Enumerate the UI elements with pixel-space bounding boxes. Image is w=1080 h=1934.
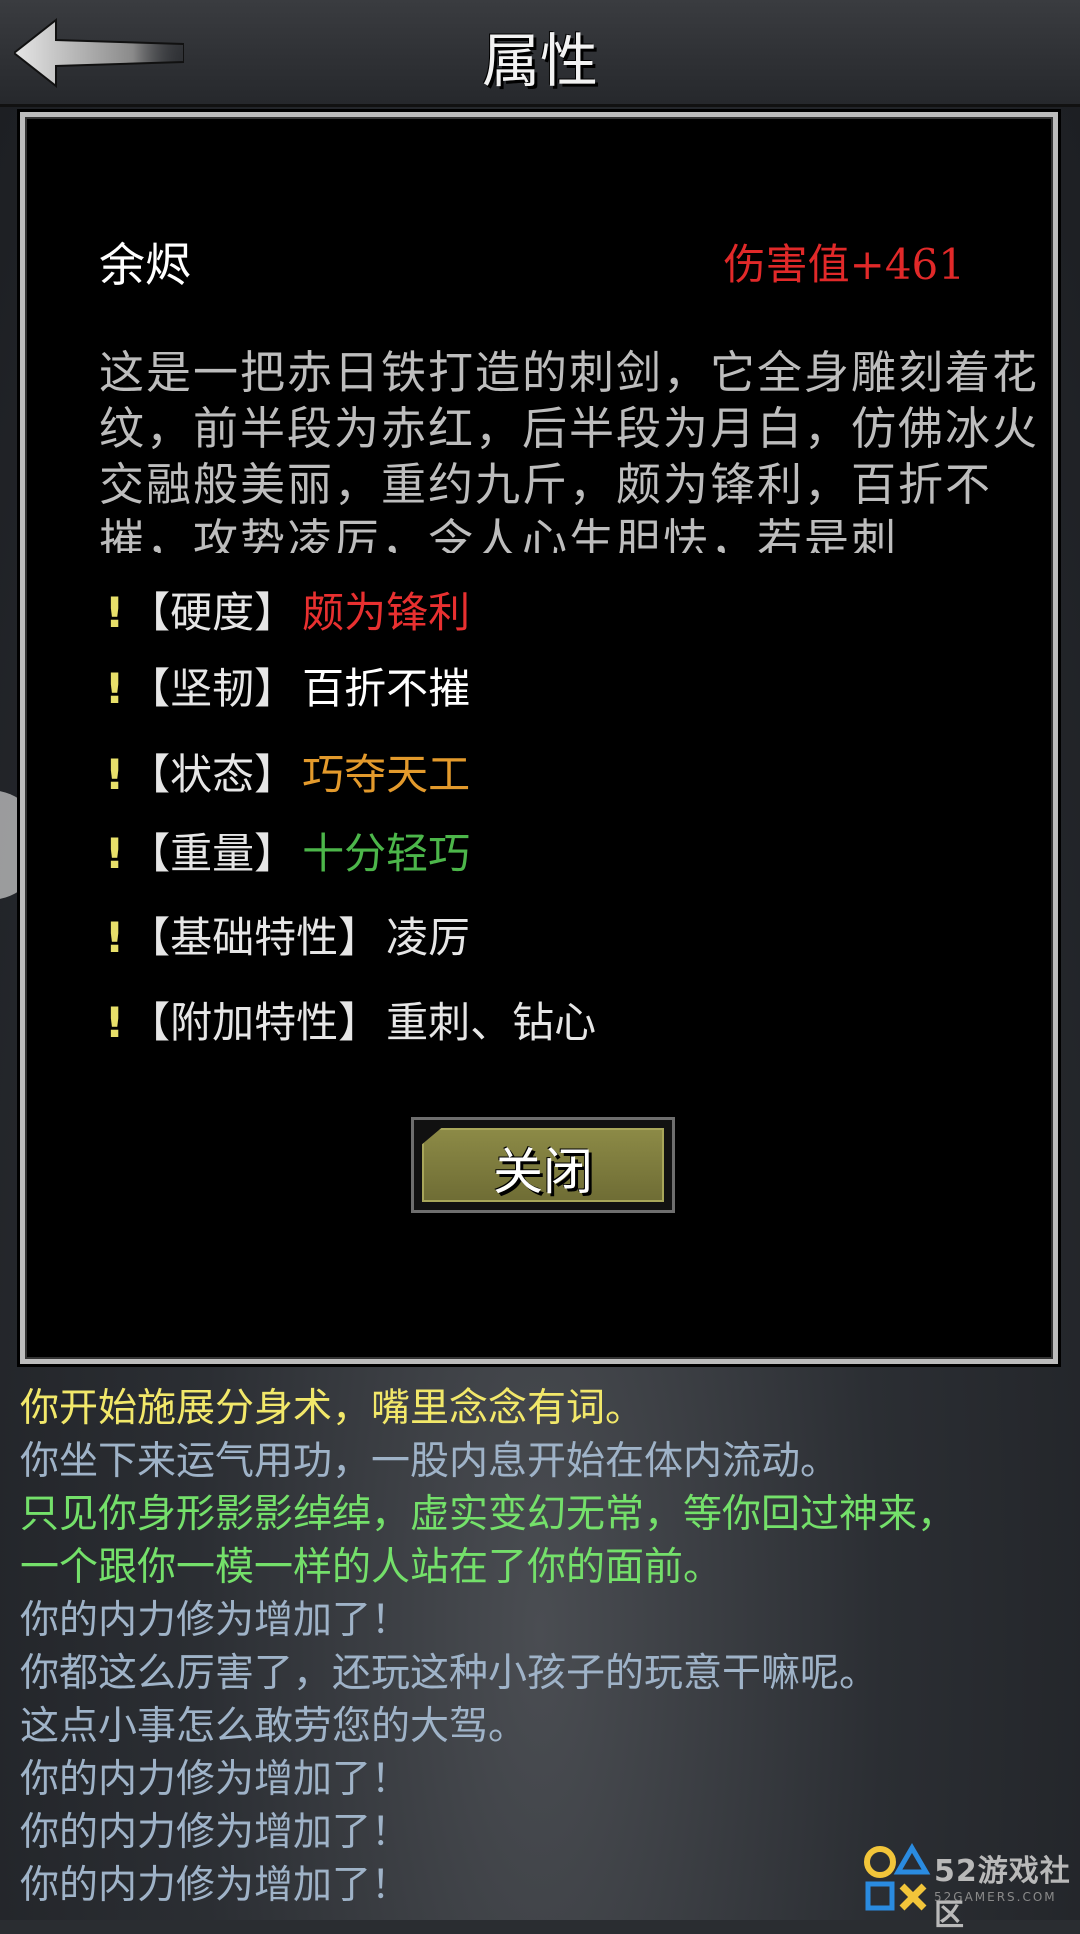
damage-value: 伤害值+461 <box>723 240 965 289</box>
message-log: 你开始施展分身术，嘴里念念有词。你坐下来运气用功，一股内息开始在体内流动。只见你… <box>20 1382 1070 1912</box>
watermark-logo: 52游戏社区 52GAMERS.COM <box>862 1840 1076 1933</box>
attribute-label: 【重量】 <box>128 829 297 878</box>
close-button-label: 关闭 <box>493 1143 593 1201</box>
log-line: 你的内力修为增加了！ <box>20 1598 411 1643</box>
attribute-label: 【基础特性】 <box>128 913 381 962</box>
attribute-marker-icon: ! <box>105 998 125 1047</box>
attribute-marker-icon: ! <box>105 829 125 878</box>
attribute-value: 十分轻巧 <box>302 829 471 878</box>
attribute-row: !【附加特性】 重刺、钻心 <box>105 989 596 1050</box>
attribute-label: 【硬度】 <box>128 588 297 637</box>
attribute-row: !【重量】 十分轻巧 <box>105 820 470 881</box>
attribute-label: 【状态】 <box>128 750 297 799</box>
attribute-marker-icon: ! <box>105 913 125 962</box>
attribute-label: 【附加特性】 <box>128 998 381 1047</box>
attribute-label: 【坚韧】 <box>128 664 297 713</box>
log-line: 你坐下来运气用功，一股内息开始在体内流动。 <box>20 1439 840 1484</box>
log-line: 你都这么厉害了，还玩这种小孩子的玩意干嘛呢。 <box>20 1651 879 1696</box>
log-line: 一个跟你一模一样的人站在了你的面前。 <box>20 1545 723 1590</box>
item-name: 余烬 <box>99 238 191 292</box>
attribute-row: !【坚韧】 百折不摧 <box>105 655 470 716</box>
attribute-marker-icon: ! <box>105 588 125 637</box>
close-button[interactable]: 关闭 <box>411 1117 675 1213</box>
attribute-row: !【硬度】 颇为锋利 <box>105 579 470 640</box>
watermark-subtext: 52GAMERS.COM <box>934 1890 1057 1904</box>
top-bar: 属性 <box>0 0 1080 107</box>
attribute-value: 重刺、钻心 <box>386 998 597 1047</box>
attribute-marker-icon: ! <box>105 750 125 799</box>
log-line: 只见你身形影影绰绰，虚实变幻无常，等你回过神来， <box>20 1492 957 1537</box>
attribute-value: 颇为锋利 <box>302 588 471 637</box>
log-line: 你开始施展分身术，嘴里念念有词。 <box>20 1386 645 1431</box>
attribute-value: 巧夺天工 <box>302 750 471 799</box>
attribute-value: 凌厉 <box>386 913 471 962</box>
attribute-marker-icon: ! <box>105 664 125 713</box>
attribute-row: !【状态】 巧夺天工 <box>105 741 470 802</box>
attribute-value: 百折不摧 <box>302 664 471 713</box>
attribute-row: !【基础特性】 凌厉 <box>105 904 470 965</box>
controller-symbols-icon <box>864 1843 931 1911</box>
page-title: 属性 <box>481 27 598 95</box>
log-line: 你的内力修为增加了！ <box>20 1757 411 1802</box>
item-attribute-panel: 余烬 伤害值+461 这是一把赤日铁打造的刺剑，它全身雕刻着花纹，前半段为赤红，… <box>20 112 1058 1364</box>
item-description[interactable]: 这是一把赤日铁打造的刺剑，它全身雕刻着花纹，前半段为赤红，后半段为月白，仿佛冰火… <box>99 345 1039 553</box>
log-line: 这点小事怎么敢劳您的大驾。 <box>20 1704 528 1749</box>
